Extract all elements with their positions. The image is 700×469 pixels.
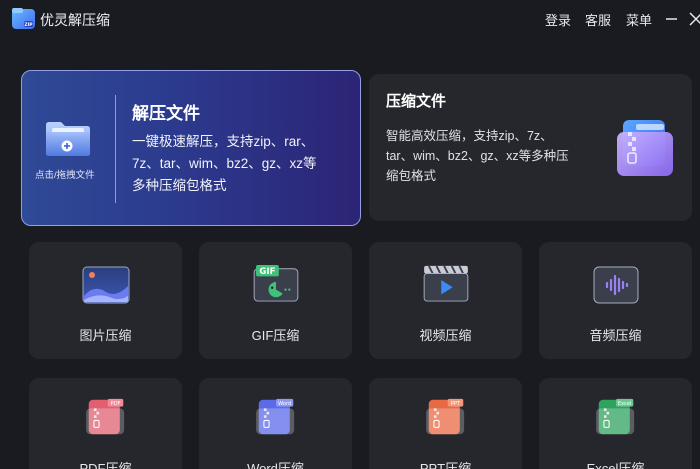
video-compress-label: 视频压缩 <box>419 328 472 343</box>
compress-title: 压缩文件 <box>386 93 447 110</box>
pdf-compress-label: PDF压缩 <box>79 461 132 469</box>
extract-files-card[interactable]: 点击/拖拽文件 解压文件 一键极速解压，支持zip、rar、 7z、tar、wi… <box>21 70 361 226</box>
app-title: 优灵解压缩 <box>40 12 110 28</box>
extract-desc-line-1: 一键极速解压，支持zip、rar、 <box>132 134 315 149</box>
word-badge: Word <box>278 401 291 407</box>
image-compress-tile[interactable]: 图片压缩 <box>29 242 182 359</box>
minimize-icon[interactable] <box>662 7 682 29</box>
ppt-zip-icon: PPT <box>426 398 465 435</box>
excel-compress-label: Excel压缩 <box>586 461 645 469</box>
divider <box>115 95 116 203</box>
word-zip-icon: Word <box>256 398 295 435</box>
svg-text:ZIP: ZIP <box>24 22 33 28</box>
pdf-zip-icon: PDF <box>86 398 125 435</box>
audio-wave-icon <box>593 266 639 304</box>
excel-zip-icon: Excel <box>596 398 635 435</box>
login-button[interactable]: 登录 <box>545 10 571 29</box>
image-compress-label: 图片压缩 <box>79 328 132 343</box>
customer-service-button[interactable]: 客服 <box>585 10 611 29</box>
compress-desc-line-1: 智能高效压缩，支持zip、7z、 <box>386 129 553 143</box>
compress-desc-line-2: tar、wim、bz2、gz、xz等多种压 <box>386 149 569 163</box>
gif-compress-label: GIF压缩 <box>251 328 300 343</box>
ppt-badge: PPT <box>451 401 461 407</box>
audio-compress-label: 音频压缩 <box>589 328 642 343</box>
gif-compress-tile[interactable]: GIF GIF压缩 <box>199 242 352 359</box>
folder-add-icon <box>46 122 90 156</box>
word-compress-tile[interactable]: Word Word压缩 <box>199 378 352 469</box>
extract-title: 解压文件 <box>132 104 200 123</box>
image-icon <box>82 266 130 304</box>
zip-archive-icon <box>617 120 673 176</box>
video-compress-tile[interactable]: 视频压缩 <box>369 242 522 359</box>
excel-compress-tile[interactable]: Excel Excel压缩 <box>539 378 692 469</box>
gif-icon: GIF <box>253 264 299 302</box>
excel-badge: Excel <box>618 401 632 407</box>
pdf-badge: PDF <box>110 401 120 407</box>
audio-compress-tile[interactable]: 音频压缩 <box>539 242 692 359</box>
drop-files-label: 点击/拖拽文件 <box>35 170 95 181</box>
menu-button[interactable]: 菜单 <box>626 10 652 29</box>
extract-desc-line-3: 多种压缩包格式 <box>132 178 227 193</box>
ppt-compress-tile[interactable]: PPT PPT压缩 <box>369 378 522 469</box>
close-icon[interactable] <box>688 7 700 29</box>
video-play-icon <box>423 265 469 302</box>
title-bar: ZIP 优灵解压缩 登录 客服 菜单 <box>0 0 700 38</box>
extract-desc-line-2: 7z、tar、wim、bz2、gz、xz等 <box>132 156 317 171</box>
compress-files-card[interactable]: 压缩文件 智能高效压缩，支持zip、7z、 tar、wim、bz2、gz、xz等… <box>369 74 692 221</box>
pdf-compress-tile[interactable]: PDF PDF压缩 <box>29 378 182 469</box>
gif-badge: GIF <box>259 267 275 277</box>
ppt-compress-label: PPT压缩 <box>419 461 472 469</box>
zip-folder-icon: ZIP <box>12 8 35 29</box>
word-compress-label: Word压缩 <box>247 461 304 469</box>
compress-desc-line-3: 缩包格式 <box>386 169 437 183</box>
